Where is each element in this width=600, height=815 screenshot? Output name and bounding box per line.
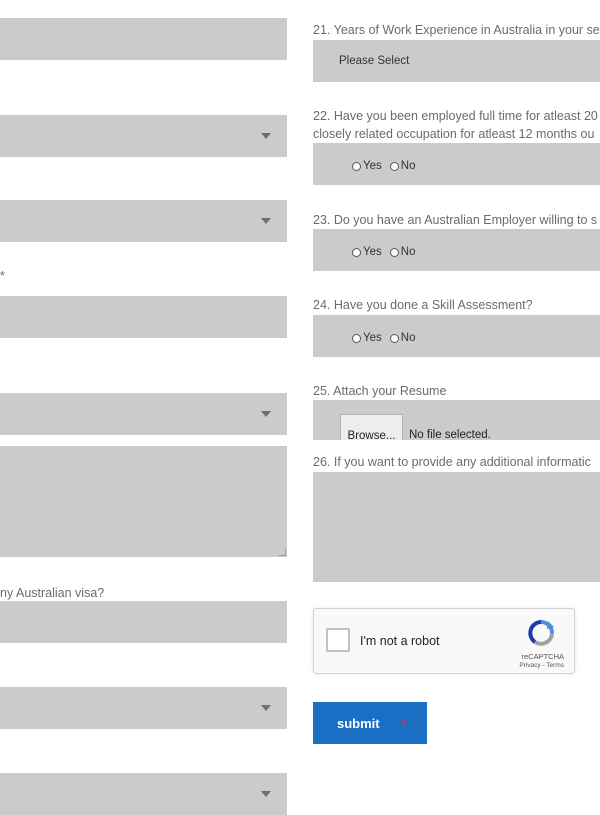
left-text-field-3[interactable]: [0, 601, 287, 643]
left-select-5[interactable]: [0, 773, 287, 815]
file-status-text: No file selected.: [409, 429, 491, 440]
q22-yes-label: Yes: [363, 160, 382, 172]
recaptcha-logo-icon: [528, 620, 554, 646]
q21-label: 21. Years of Work Experience in Australi…: [313, 23, 600, 37]
q23-label: 23. Do you have an Australian Employer w…: [313, 213, 598, 227]
q22-radio-yes[interactable]: [352, 161, 361, 171]
recaptcha-widget: I'm not a robot reCAPTCHA Privacy - Term…: [313, 608, 575, 674]
submit-label: submit: [337, 716, 380, 731]
q23-yes-label: Yes: [363, 246, 382, 258]
chevron-right-icon: ›: [401, 713, 407, 730]
q21-selected-value: Please Select: [339, 55, 410, 67]
browse-button[interactable]: Browse...: [340, 414, 403, 440]
left-select-4[interactable]: [0, 687, 287, 729]
recaptcha-brand: reCAPTCHA: [521, 652, 564, 661]
q23-radio-yes[interactable]: [352, 247, 361, 257]
left-required-star: *: [0, 269, 5, 283]
chevron-down-icon: [261, 791, 271, 797]
submit-button[interactable]: submit ›: [313, 702, 427, 744]
q26-textarea[interactable]: [313, 472, 600, 582]
q24-no-label: No: [400, 332, 416, 344]
left-visa-label: ny Australian visa?: [0, 586, 105, 600]
q23-no-label: No: [400, 246, 416, 258]
left-select-1[interactable]: [0, 115, 287, 157]
chevron-down-icon: [261, 411, 271, 417]
chevron-down-icon: [261, 705, 271, 711]
q24-yes-label: Yes: [363, 332, 382, 344]
q26-label: 26. If you want to provide any additiona…: [313, 455, 591, 469]
q24-radio-yes[interactable]: [352, 333, 361, 343]
chevron-down-icon: [261, 218, 271, 224]
left-text-field-2[interactable]: [0, 296, 287, 338]
recaptcha-terms-link[interactable]: Privacy - Terms: [519, 662, 564, 669]
q22-radio-group: Yes No: [352, 160, 423, 172]
q25-label: 25. Attach your Resume: [313, 384, 447, 398]
left-select-2[interactable]: [0, 200, 287, 242]
q24-label: 24. Have you done a Skill Assessment?: [313, 298, 533, 312]
q22-no-label: No: [400, 160, 416, 172]
chevron-down-icon: [261, 133, 271, 139]
q22-radio-no[interactable]: [389, 161, 399, 171]
q23-radio-no[interactable]: [389, 247, 399, 257]
recaptcha-label: I'm not a robot: [360, 634, 440, 648]
q25-file-input[interactable]: Browse... No file selected.: [313, 400, 600, 440]
resize-grip-icon[interactable]: [279, 549, 286, 556]
left-select-3[interactable]: [0, 393, 287, 435]
left-textarea[interactable]: [0, 446, 287, 557]
q24-radio-no[interactable]: [389, 333, 399, 343]
q22-label-line1: 22. Have you been employed full time for…: [313, 109, 598, 123]
q24-radio-group: Yes No: [352, 332, 423, 344]
recaptcha-checkbox[interactable]: [326, 628, 350, 652]
q23-radio-group: Yes No: [352, 246, 423, 258]
q22-label-line2: closely related occupation for atleast 1…: [313, 127, 595, 141]
left-text-field-1[interactable]: [0, 18, 287, 60]
